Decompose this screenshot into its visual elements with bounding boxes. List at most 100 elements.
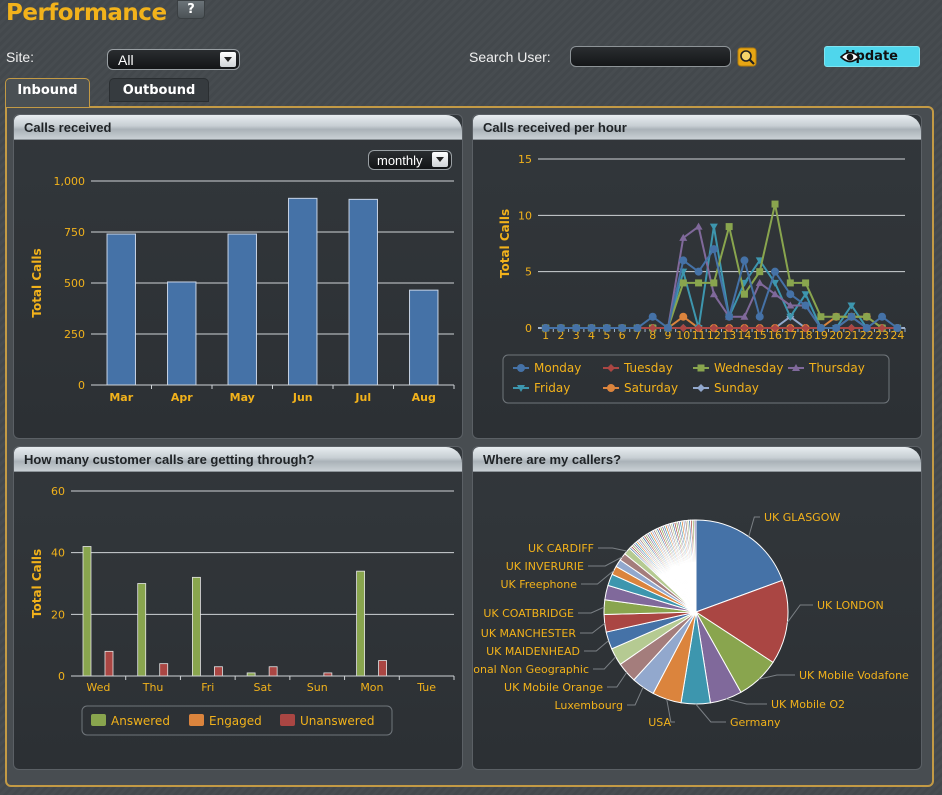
legend-marker [697, 364, 705, 372]
x-tick-label: Jun [292, 391, 313, 404]
tab-outbound[interactable]: Outbound [109, 78, 209, 102]
bar [409, 289, 439, 386]
data-point [771, 200, 779, 208]
bar-answered [192, 576, 201, 677]
panel-title: How many customer calls are getting thro… [14, 447, 462, 472]
legend-marker [517, 364, 525, 372]
series-line-friday [545, 226, 898, 329]
getting-through-panel: How many customer calls are getting thro… [13, 446, 463, 770]
x-tick-label: Fri [201, 681, 214, 694]
site-label: Site: [6, 49, 35, 65]
x-tick-label: Mar [109, 391, 133, 404]
legend-label: Unanswered [300, 714, 374, 728]
pie-connector [695, 703, 726, 723]
data-point [786, 279, 794, 287]
data-point [755, 278, 764, 286]
x-tick-label: Mon [360, 681, 383, 694]
search-user-input[interactable] [570, 46, 731, 67]
data-point [648, 312, 657, 321]
pie-label: UK MAIDENHEAD [486, 645, 580, 658]
pie-label: UK CARDIFF [528, 542, 594, 555]
pie-connector [748, 516, 760, 537]
data-point [756, 268, 764, 276]
legend-label: Thursday [808, 361, 865, 375]
pie-connector [584, 640, 609, 652]
data-point [694, 222, 703, 230]
page-title: Performance [6, 0, 167, 26]
legend-marker [607, 364, 615, 372]
site-select[interactable]: All [107, 49, 240, 70]
bar [288, 197, 318, 386]
x-tick-label: Jul [354, 391, 371, 404]
y-axis-title: Total Calls [30, 248, 44, 317]
data-point [801, 301, 810, 310]
y-tick-label: 750 [64, 226, 85, 239]
help-button[interactable]: ? [177, 0, 205, 19]
data-point [847, 312, 856, 321]
legend-swatch [189, 714, 204, 726]
pie-connector [580, 622, 606, 634]
bar [227, 233, 257, 386]
legend-label: Sunday [714, 381, 759, 395]
x-tick-label: Tue [416, 681, 436, 694]
data-point [862, 324, 871, 332]
bar-answered [137, 583, 147, 677]
pie-label: UK Mobile O2 [771, 698, 845, 711]
bar [167, 281, 197, 386]
callers-location-panel: Where are my callers? UK GLASGOW UK LONDO… [472, 446, 922, 770]
data-point [802, 279, 810, 287]
data-point [816, 324, 825, 332]
pie-label: UK MANCHESTER [481, 627, 577, 640]
y-tick-label: 1,000 [54, 175, 86, 188]
pie-connector [593, 656, 617, 670]
pie-label: UK INVERURIE [506, 560, 584, 573]
search-icon[interactable] [736, 46, 758, 68]
update-button[interactable]: Update [824, 46, 920, 67]
data-point [832, 324, 841, 332]
bar [106, 233, 136, 386]
bar-unanswered [268, 666, 278, 677]
x-tick-label: Wed [86, 681, 110, 694]
pie-label: USA [648, 716, 671, 729]
calls-received-panel: Calls received monthly 0 250 500 750 1,000 To… [13, 114, 463, 439]
data-point [878, 312, 887, 321]
panel-title: Calls received per hour [473, 115, 921, 140]
data-point [755, 312, 764, 321]
data-point [679, 279, 687, 287]
data-point [786, 290, 795, 299]
pie-connector [726, 698, 767, 705]
data-point [556, 324, 565, 332]
pie-connector [607, 672, 628, 688]
legend-label: Wednesday [714, 361, 783, 375]
panel-title: Where are my callers? [473, 447, 921, 472]
data-point [663, 324, 672, 332]
pie-label: UK COATBRIDGE [483, 607, 574, 620]
pie-connector [598, 547, 628, 552]
pie-label: UK GLASGOW [764, 511, 840, 524]
calls-per-hour-panel: Calls received per hour 0 5 10 15 Total Call… [472, 114, 922, 439]
y-tick-label: 60 [51, 485, 65, 498]
site-select-value: All [118, 52, 134, 68]
data-point [618, 324, 627, 332]
getting-through-chart: 0 20 40 60 Total Calls Wed Thu Fri Sat Sun Mon Tue A… [30, 485, 455, 736]
data-point [695, 279, 703, 287]
bar-unanswered [104, 650, 114, 677]
bar-answered [82, 546, 92, 677]
legend-label: Answered [111, 714, 170, 728]
data-point [602, 324, 611, 332]
legend-marker [607, 384, 615, 392]
data-point [725, 312, 734, 321]
legend-swatch [280, 714, 295, 726]
data-point [709, 223, 718, 231]
bar-unanswered [378, 660, 387, 677]
bar-answered [356, 570, 365, 677]
tab-inbound[interactable]: Inbound [5, 78, 90, 107]
calls-received-chart: 0 250 500 750 1,000 Total Calls Mar Apr May Jun Ju… [30, 175, 455, 404]
y-tick-label: 0 [525, 322, 532, 335]
chevron-down-icon[interactable] [220, 52, 236, 67]
legend-marker [697, 384, 705, 392]
data-point [725, 223, 733, 231]
bar [348, 198, 378, 386]
data-point [709, 290, 718, 298]
bar-unanswered [159, 663, 169, 677]
